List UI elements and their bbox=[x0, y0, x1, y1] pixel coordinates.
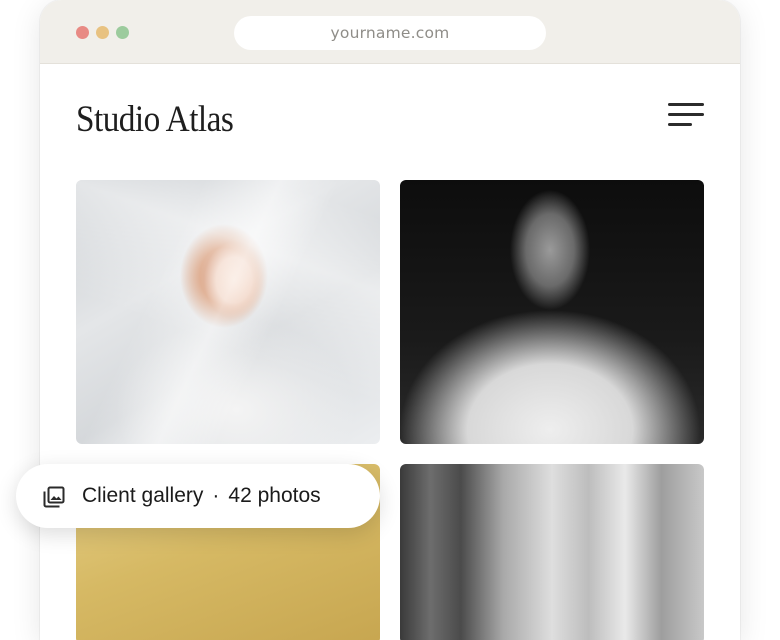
browser-window: yourname.com Studio Atlas bbox=[40, 0, 740, 640]
badge-label: Client gallery bbox=[82, 484, 204, 507]
gallery-photo[interactable] bbox=[400, 180, 704, 444]
gallery-photo[interactable] bbox=[400, 464, 704, 640]
photo-library-icon bbox=[43, 486, 65, 508]
client-gallery-badge[interactable]: Client gallery · 42 photos bbox=[16, 464, 380, 528]
address-bar[interactable]: yourname.com bbox=[234, 16, 546, 50]
minimize-window-dot[interactable] bbox=[96, 26, 109, 39]
badge-text: Client gallery · 42 photos bbox=[82, 464, 321, 528]
maximize-window-dot[interactable] bbox=[116, 26, 129, 39]
close-window-dot[interactable] bbox=[76, 26, 89, 39]
browser-chrome: yourname.com bbox=[40, 0, 740, 64]
hamburger-menu-icon[interactable] bbox=[666, 100, 706, 130]
gallery-photo[interactable] bbox=[76, 180, 380, 444]
photo-count: 42 photos bbox=[228, 484, 321, 507]
site-title[interactable]: Studio Atlas bbox=[76, 98, 234, 141]
badge-separator: · bbox=[212, 484, 220, 507]
